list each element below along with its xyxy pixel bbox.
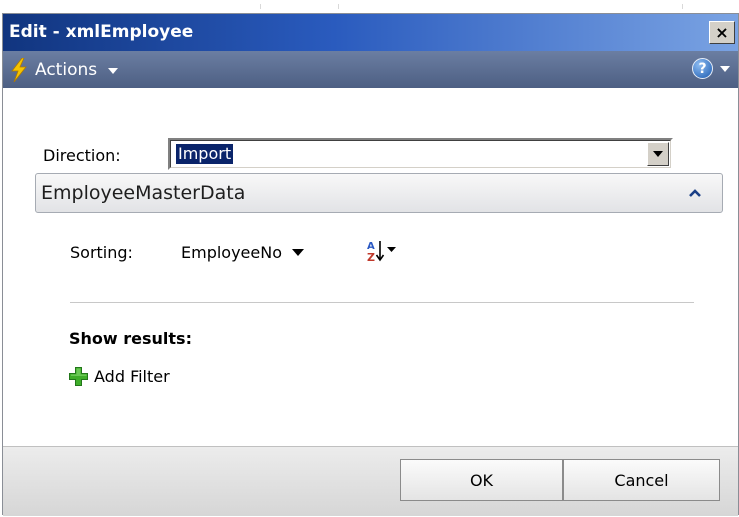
direction-dropdown-button[interactable] — [647, 142, 669, 166]
help-button[interactable]: ? — [692, 58, 730, 79]
strip-mark — [682, 4, 683, 9]
help-icon: ? — [692, 58, 713, 79]
sorting-label: Sorting: — [70, 243, 133, 262]
close-button[interactable]: × — [709, 21, 735, 44]
chevron-down-icon — [653, 151, 663, 157]
actions-label: Actions — [35, 59, 98, 80]
background-strip — [0, 0, 739, 14]
lightning-icon — [11, 57, 27, 82]
edit-dialog: Edit - xmlEmployee × Actions ? Direction… — [2, 13, 739, 516]
dialog-footer: OK Cancel — [3, 446, 738, 516]
sorting-field-dropdown[interactable]: EmployeeNo — [181, 243, 304, 262]
strip-mark — [338, 4, 339, 9]
dialog-content: Direction: Import EmployeeMasterData Sor… — [3, 88, 738, 446]
ok-label: OK — [469, 470, 494, 490]
direction-label: Direction: — [43, 146, 121, 165]
add-filter-button[interactable]: Add Filter — [69, 367, 170, 386]
sort-ascending-icon[interactable]: A Z — [367, 239, 401, 263]
direction-value: Import — [174, 143, 235, 165]
direction-select[interactable]: Import — [168, 138, 673, 170]
actions-menu-button[interactable]: Actions — [9, 57, 119, 82]
action-bar: Actions ? — [3, 51, 738, 88]
cancel-button[interactable]: Cancel — [563, 459, 720, 501]
plus-icon — [69, 367, 88, 386]
chevron-down-icon — [720, 65, 730, 72]
sorting-field-value: EmployeeNo — [181, 243, 282, 262]
cancel-label: Cancel — [614, 470, 669, 490]
chevron-up-icon[interactable] — [688, 187, 702, 199]
strip-mark — [260, 4, 261, 9]
close-icon: × — [715, 23, 729, 42]
chevron-down-icon — [292, 249, 304, 256]
svg-text:Z: Z — [367, 251, 375, 263]
divider — [70, 302, 694, 303]
ok-button[interactable]: OK — [400, 459, 563, 501]
window-title: Edit - xmlEmployee — [9, 22, 194, 42]
section-header[interactable]: EmployeeMasterData — [35, 173, 723, 213]
chevron-down-icon — [108, 67, 119, 74]
title-bar[interactable]: Edit - xmlEmployee × — [3, 14, 738, 51]
add-filter-label: Add Filter — [94, 367, 170, 386]
show-results-label: Show results: — [69, 329, 192, 348]
section-title: EmployeeMasterData — [41, 182, 246, 204]
